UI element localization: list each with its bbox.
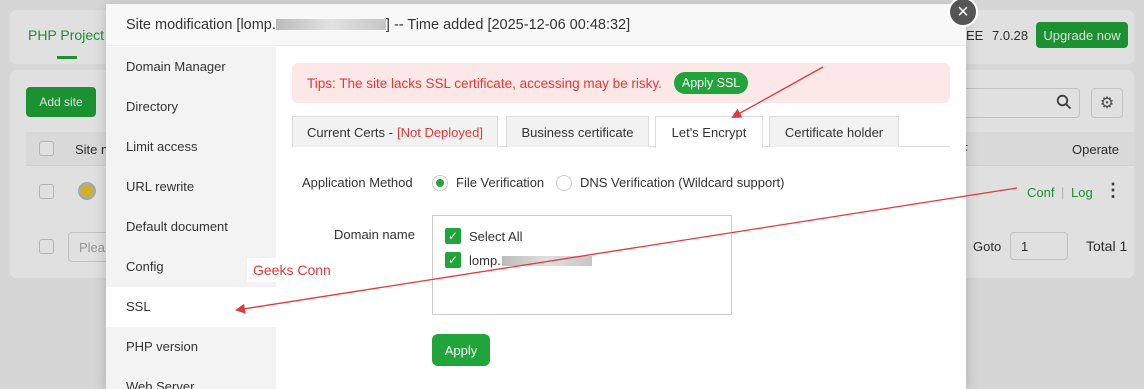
sidebar-item-url-rewrite[interactable]: URL rewrite: [106, 167, 276, 207]
sidebar-item-limit-access[interactable]: Limit access: [106, 127, 276, 167]
domain-checkbox[interactable]: ✓: [445, 252, 461, 268]
apply-button[interactable]: Apply: [432, 334, 490, 366]
ssl-warning-banner: Tips: The site lacks SSL certificate, ac…: [292, 63, 950, 103]
application-method-label: Application Method: [302, 175, 413, 190]
sidebar-item-web-server[interactable]: Web Server: [106, 367, 276, 389]
annotation-label: Geeks Conn: [247, 258, 337, 282]
tab-current-certs-label: Current Certs -: [307, 124, 393, 140]
sidebar-item-ssl[interactable]: SSL: [106, 287, 276, 327]
dialog-title-prefix: Site modification [lomp.: [126, 17, 276, 33]
sidebar-item-php-version[interactable]: PHP version: [106, 327, 276, 367]
apply-ssl-button[interactable]: Apply SSL: [673, 72, 749, 94]
dns-verification-label[interactable]: DNS Verification (Wildcard support): [580, 175, 784, 190]
select-all-domains-label[interactable]: Select All: [469, 229, 522, 244]
dialog-sidebar: Domain Manager Directory Limit access UR…: [106, 47, 276, 389]
tab-certificate-holder[interactable]: Certificate holder: [769, 116, 899, 147]
dns-verification-radio[interactable]: [556, 175, 572, 191]
redacted-domain-item: [501, 255, 592, 266]
file-verification-label[interactable]: File Verification: [456, 175, 544, 190]
tab-current-certs[interactable]: Current Certs - [Not Deployed]: [292, 116, 498, 147]
dialog-title-suffix: ] -- Time added [2025-12-06 00:48:32]: [385, 17, 631, 33]
redacted-domain: [275, 18, 386, 30]
site-modification-dialog: Site modification [lomp. ] -- Time added …: [106, 4, 966, 389]
domain-name-label: Domain name: [334, 227, 415, 242]
tab-lets-encrypt[interactable]: Let's Encrypt: [655, 116, 763, 148]
not-deployed-status: [Not Deployed]: [396, 124, 483, 140]
ssl-warning-text: Tips: The site lacks SSL certificate, ac…: [307, 75, 662, 91]
sidebar-item-directory[interactable]: Directory: [106, 87, 276, 127]
ssl-tabs: Current Certs - [Not Deployed] Business …: [292, 115, 950, 148]
select-all-domains-checkbox[interactable]: ✓: [445, 228, 461, 244]
ssl-panel: Tips: The site lacks SSL certificate, ac…: [276, 47, 966, 389]
sidebar-item-domain-manager[interactable]: Domain Manager: [106, 47, 276, 87]
sidebar-item-default-document[interactable]: Default document: [106, 207, 276, 247]
domain-item[interactable]: lomp.: [469, 253, 592, 268]
domain-item-label: lomp.: [469, 253, 501, 268]
tab-business-certificate[interactable]: Business certificate: [506, 116, 649, 147]
file-verification-radio[interactable]: [432, 175, 448, 191]
domain-list: ✓ Select All ✓ lomp.: [432, 215, 732, 315]
dialog-title: Site modification [lomp. ] -- Time added …: [106, 4, 966, 46]
